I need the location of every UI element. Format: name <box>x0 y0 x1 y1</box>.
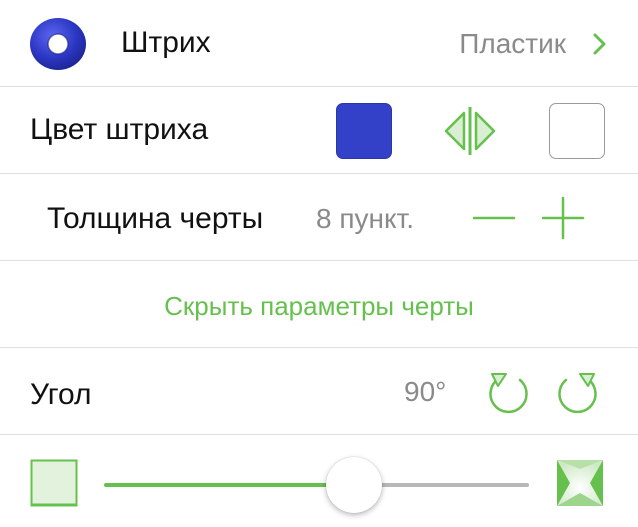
stroke-style-value: Пластик <box>459 28 566 59</box>
stroke-label: Штрих <box>121 26 211 59</box>
slider-knob[interactable] <box>326 457 382 513</box>
stroke-color-label: Цвет штриха <box>30 113 209 146</box>
angle-label: Угол <box>30 378 92 411</box>
rotate-ccw-icon[interactable] <box>486 370 532 416</box>
minus-icon[interactable] <box>472 196 516 240</box>
stroke-inspector-panel: Штрих Пластик Цвет штриха Толщина черты … <box>0 0 638 527</box>
swap-colors-icon[interactable] <box>440 105 500 157</box>
stroke-row[interactable]: Штрих Пластик <box>0 0 638 87</box>
dash-width-value: 8 пункт. <box>316 203 415 234</box>
flat-square-icon <box>30 459 78 507</box>
angle-row: Угол 90° <box>0 348 638 435</box>
beveled-square-icon <box>556 459 604 507</box>
dash-width-row: Толщина черты 8 пункт. <box>0 174 638 261</box>
slider-filled-track <box>104 483 354 487</box>
secondary-color-swatch[interactable] <box>549 103 605 159</box>
rotate-cw-icon[interactable] <box>554 370 600 416</box>
hide-dash-params-button[interactable]: Скрыть параметры черты <box>0 293 638 319</box>
angle-value: 90° <box>404 376 447 407</box>
blue-ring-icon <box>28 17 88 71</box>
gradient-slider-row <box>0 435 638 527</box>
hide-dash-params-row: Скрыть параметры черты <box>0 261 638 348</box>
chevron-right-icon[interactable] <box>592 32 608 56</box>
dash-width-label: Толщина черты <box>47 202 264 235</box>
stroke-color-row: Цвет штриха <box>0 87 638 174</box>
primary-color-swatch[interactable] <box>336 103 392 159</box>
plus-icon[interactable] <box>541 196 585 240</box>
